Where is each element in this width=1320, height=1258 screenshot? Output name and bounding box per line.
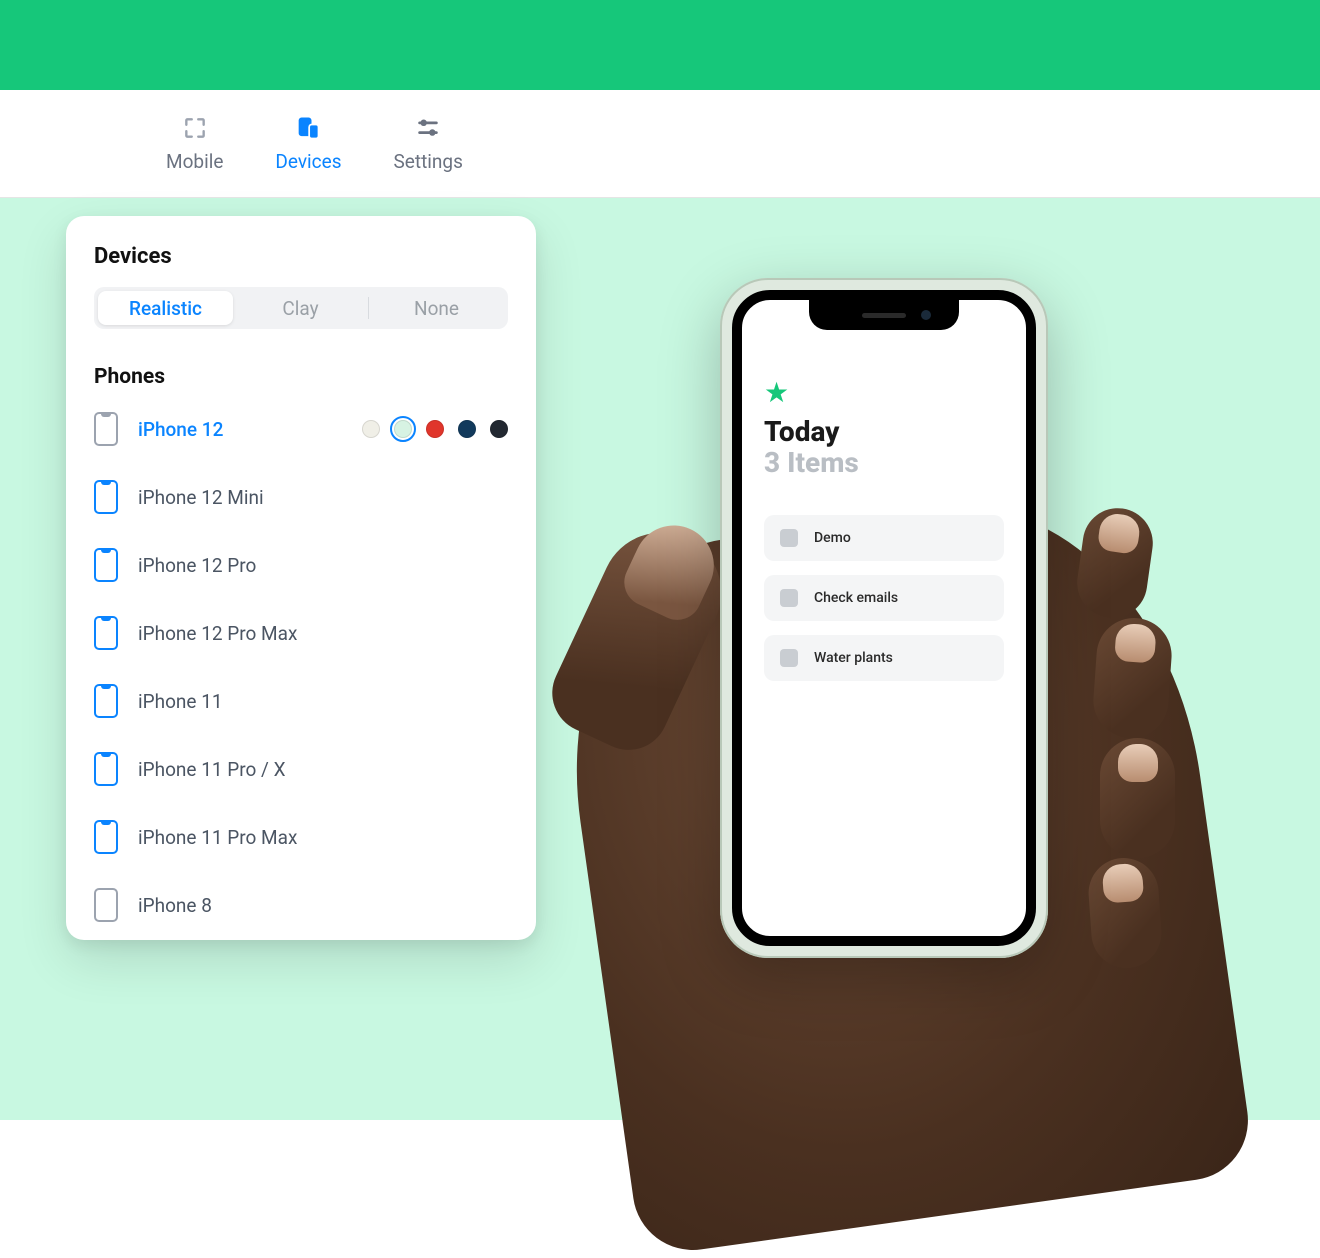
tab-settings[interactable]: Settings [378,106,479,181]
phone-icon [94,616,118,650]
devices-panel: Devices Realistic Clay None Phones iPhon… [66,216,536,940]
device-label: iPhone 12 Pro [138,554,508,577]
tab-label: Mobile [166,150,223,173]
device-item-iphone-8[interactable]: iPhone 8 [94,871,508,939]
device-label: iPhone 12 [138,418,362,441]
device-label: iPhone 12 Mini [138,486,508,509]
color-swatches [362,420,508,438]
color-green[interactable] [394,420,412,438]
phones-section-title: Phones [66,337,536,395]
phone-icon [94,480,118,514]
app-title: Today [764,417,1004,448]
style-clay[interactable]: Clay [233,291,368,325]
device-item-iphone-12-pro-max[interactable]: iPhone 12 Pro Max [94,599,508,667]
phone-icon [94,412,118,446]
phone-icon [94,684,118,718]
device-label: iPhone 11 Pro Max [138,826,508,849]
phone-icon [94,820,118,854]
device-item-iphone-11-pro-max[interactable]: iPhone 11 Pro Max [94,803,508,871]
phone-icon [94,752,118,786]
toolbar: Mobile Devices Settings [0,90,1320,198]
style-none[interactable]: None [369,291,504,325]
todo-item[interactable]: Water plants [764,635,1004,681]
device-item-iphone-12-mini[interactable]: iPhone 12 Mini [94,463,508,531]
phone-notch [809,300,959,330]
checkbox-icon[interactable] [780,589,798,607]
devices-icon [294,114,322,142]
app-subtitle: 3 Items [764,448,1004,479]
style-segmented-control: Realistic Clay None [94,287,508,329]
phone-icon [94,548,118,582]
canvas: Devices Realistic Clay None Phones iPhon… [0,198,1320,1120]
todo-label: Water plants [814,650,893,666]
header-bar [0,0,1320,90]
device-preview: ★ Today 3 Items Demo Check emails Water … [540,278,1320,1138]
device-list: iPhone 12 iPhone 12 Mini iPhone 12 Pro [66,395,536,939]
style-realistic[interactable]: Realistic [98,291,233,325]
device-item-iphone-12[interactable]: iPhone 12 [94,395,508,463]
device-item-iphone-12-pro[interactable]: iPhone 12 Pro [94,531,508,599]
tab-mobile[interactable]: Mobile [150,106,239,181]
panel-title: Devices [66,244,536,287]
phone-mockup: ★ Today 3 Items Demo Check emails Water … [720,278,1048,958]
fullscreen-icon [181,114,209,142]
phone-icon [94,888,118,922]
todo-item[interactable]: Check emails [764,575,1004,621]
device-label: iPhone 11 Pro / X [138,758,508,781]
star-icon: ★ [764,376,1004,409]
device-item-iphone-11-pro-x[interactable]: iPhone 11 Pro / X [94,735,508,803]
checkbox-icon[interactable] [780,529,798,547]
color-black[interactable] [490,420,508,438]
todo-label: Check emails [814,590,898,606]
sliders-icon [414,114,442,142]
checkbox-icon[interactable] [780,649,798,667]
todo-label: Demo [814,530,851,546]
color-white[interactable] [362,420,380,438]
device-label: iPhone 8 [138,894,508,917]
phone-screen: ★ Today 3 Items Demo Check emails Water … [732,290,1036,946]
tab-label: Settings [394,150,463,173]
device-item-iphone-11[interactable]: iPhone 11 [94,667,508,735]
color-blue[interactable] [458,420,476,438]
tab-devices[interactable]: Devices [259,106,357,181]
todo-item[interactable]: Demo [764,515,1004,561]
device-label: iPhone 11 [138,690,508,713]
color-red[interactable] [426,420,444,438]
tab-label: Devices [275,150,341,173]
device-label: iPhone 12 Pro Max [138,622,508,645]
